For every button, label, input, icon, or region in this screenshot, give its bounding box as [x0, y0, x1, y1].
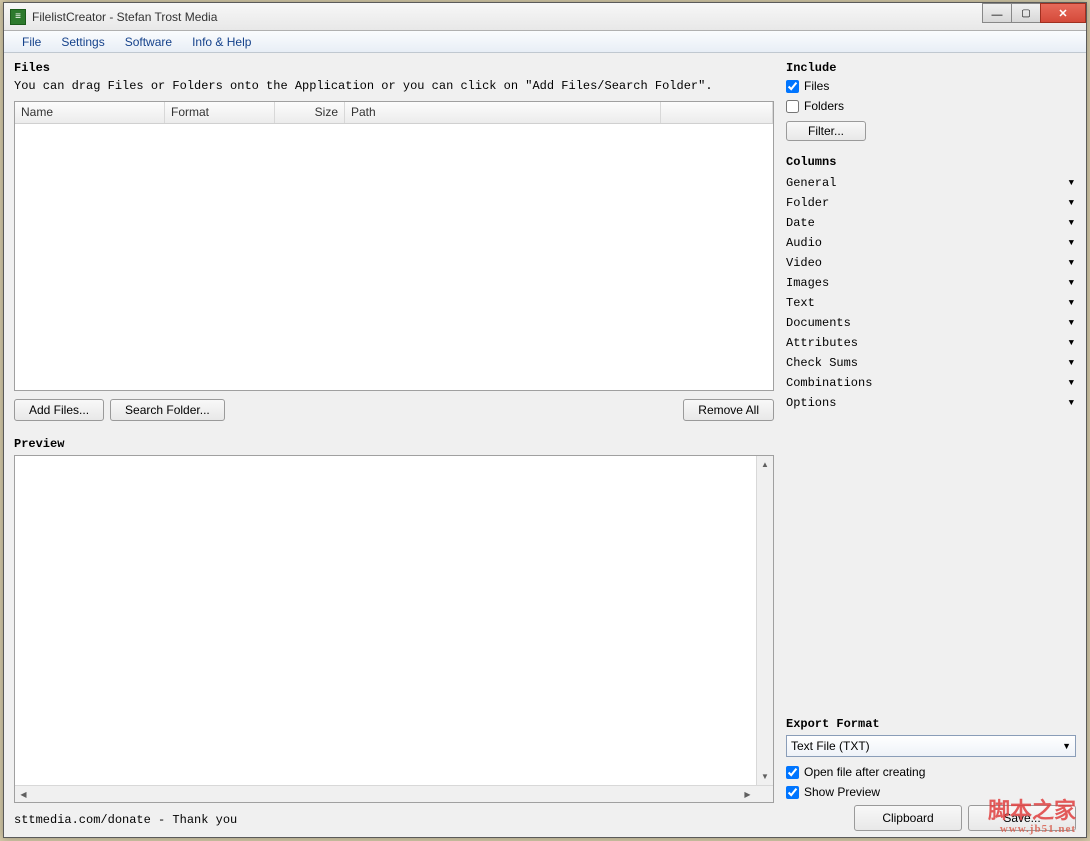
chevron-down-icon: ▼: [1069, 278, 1074, 288]
menu-software[interactable]: Software: [115, 33, 182, 51]
column-group-audio[interactable]: Audio▼: [786, 233, 1076, 253]
clipboard-button[interactable]: Clipboard: [854, 805, 962, 831]
chevron-down-icon: ▼: [1069, 358, 1074, 368]
add-files-button[interactable]: Add Files...: [14, 399, 104, 421]
menu-file[interactable]: File: [12, 33, 51, 51]
files-hint: You can drag Files or Folders onto the A…: [14, 79, 774, 93]
include-folders-checkbox[interactable]: [786, 100, 799, 113]
chevron-down-icon: ▼: [1069, 198, 1074, 208]
column-group-checksums[interactable]: Check Sums▼: [786, 353, 1076, 373]
chevron-down-icon: ▼: [1069, 378, 1074, 388]
scroll-up-icon[interactable]: ▲: [757, 456, 773, 473]
app-icon: [10, 9, 26, 25]
window-controls: [983, 3, 1086, 23]
col-header-size[interactable]: Size: [275, 102, 345, 123]
column-group-combinations[interactable]: Combinations▼: [786, 373, 1076, 393]
footer-text: sttmedia.com/donate - Thank you: [14, 813, 774, 831]
columns-section: Columns General▼ Folder▼ Date▼ Audio▼ Vi…: [786, 155, 1076, 413]
chevron-down-icon: ▼: [1062, 741, 1071, 751]
app-window: FilelistCreator - Stefan Trost Media Fil…: [3, 2, 1087, 838]
column-group-documents[interactable]: Documents▼: [786, 313, 1076, 333]
columns-title: Columns: [786, 155, 1076, 169]
chevron-down-icon: ▼: [1069, 398, 1074, 408]
open-after-label: Open file after creating: [804, 765, 925, 779]
chevron-down-icon: ▼: [1069, 238, 1074, 248]
column-group-general[interactable]: General▼: [786, 173, 1076, 193]
col-header-format[interactable]: Format: [165, 102, 275, 123]
filter-button[interactable]: Filter...: [786, 121, 866, 141]
open-after-row[interactable]: Open file after creating: [786, 765, 1076, 779]
show-preview-row[interactable]: Show Preview: [786, 785, 1076, 799]
search-folder-button[interactable]: Search Folder...: [110, 399, 225, 421]
minimize-button[interactable]: [982, 3, 1012, 23]
col-header-extra[interactable]: [661, 102, 773, 123]
files-title: Files: [14, 61, 774, 75]
chevron-down-icon: ▼: [1069, 338, 1074, 348]
include-files-label: Files: [804, 79, 829, 93]
left-column: Files You can drag Files or Folders onto…: [14, 61, 774, 831]
preview-box[interactable]: ▲ ▼ ◀ ▶: [14, 455, 774, 803]
include-title: Include: [786, 61, 1076, 75]
titlebar[interactable]: FilelistCreator - Stefan Trost Media: [4, 3, 1086, 31]
window-title: FilelistCreator - Stefan Trost Media: [32, 10, 217, 24]
scroll-down-icon[interactable]: ▼: [757, 768, 773, 785]
menu-settings[interactable]: Settings: [51, 33, 114, 51]
export-format-value: Text File (TXT): [791, 739, 870, 753]
preview-scrollbar-vertical[interactable]: ▲ ▼: [756, 456, 773, 785]
show-preview-checkbox[interactable]: [786, 786, 799, 799]
preview-scrollbar-horizontal[interactable]: ◀ ▶: [15, 785, 773, 802]
preview-title: Preview: [14, 437, 774, 451]
right-column: Include Files Folders Filter... Columns …: [786, 61, 1076, 831]
chevron-down-icon: ▼: [1069, 318, 1074, 328]
column-group-options[interactable]: Options▼: [786, 393, 1076, 413]
column-group-images[interactable]: Images▼: [786, 273, 1076, 293]
menubar: File Settings Software Info & Help: [4, 31, 1086, 53]
column-group-attributes[interactable]: Attributes▼: [786, 333, 1076, 353]
maximize-button[interactable]: [1011, 3, 1041, 23]
export-title: Export Format: [786, 717, 1076, 731]
column-group-date[interactable]: Date▼: [786, 213, 1076, 233]
chevron-down-icon: ▼: [1069, 218, 1074, 228]
show-preview-label: Show Preview: [804, 785, 880, 799]
open-after-checkbox[interactable]: [786, 766, 799, 779]
files-button-row: Add Files... Search Folder... Remove All: [14, 399, 774, 421]
include-folders-row[interactable]: Folders: [786, 99, 1076, 113]
right-spacer: [786, 413, 1076, 709]
scroll-left-icon[interactable]: ◀: [15, 786, 32, 803]
content-area: Files You can drag Files or Folders onto…: [4, 53, 1086, 837]
remove-all-button[interactable]: Remove All: [683, 399, 774, 421]
save-button[interactable]: Save...: [968, 805, 1076, 831]
table-body[interactable]: [15, 124, 773, 390]
export-section: Export Format Text File (TXT) ▼ Open fil…: [786, 717, 1076, 831]
spacer: [231, 399, 678, 421]
column-group-text[interactable]: Text▼: [786, 293, 1076, 313]
close-button[interactable]: [1040, 3, 1086, 23]
chevron-down-icon: ▼: [1069, 258, 1074, 268]
scroll-right-icon[interactable]: ▶: [739, 786, 756, 803]
column-group-folder[interactable]: Folder▼: [786, 193, 1076, 213]
include-folders-label: Folders: [804, 99, 844, 113]
menu-info-help[interactable]: Info & Help: [182, 33, 261, 51]
export-format-select[interactable]: Text File (TXT) ▼: [786, 735, 1076, 757]
col-header-path[interactable]: Path: [345, 102, 661, 123]
table-header: Name Format Size Path: [15, 102, 773, 124]
include-files-row[interactable]: Files: [786, 79, 1076, 93]
include-files-checkbox[interactable]: [786, 80, 799, 93]
chevron-down-icon: ▼: [1069, 298, 1074, 308]
files-table: Name Format Size Path: [14, 101, 774, 391]
col-header-name[interactable]: Name: [15, 102, 165, 123]
column-group-video[interactable]: Video▼: [786, 253, 1076, 273]
chevron-down-icon: ▼: [1069, 178, 1074, 188]
export-buttons: Clipboard Save...: [786, 805, 1076, 831]
